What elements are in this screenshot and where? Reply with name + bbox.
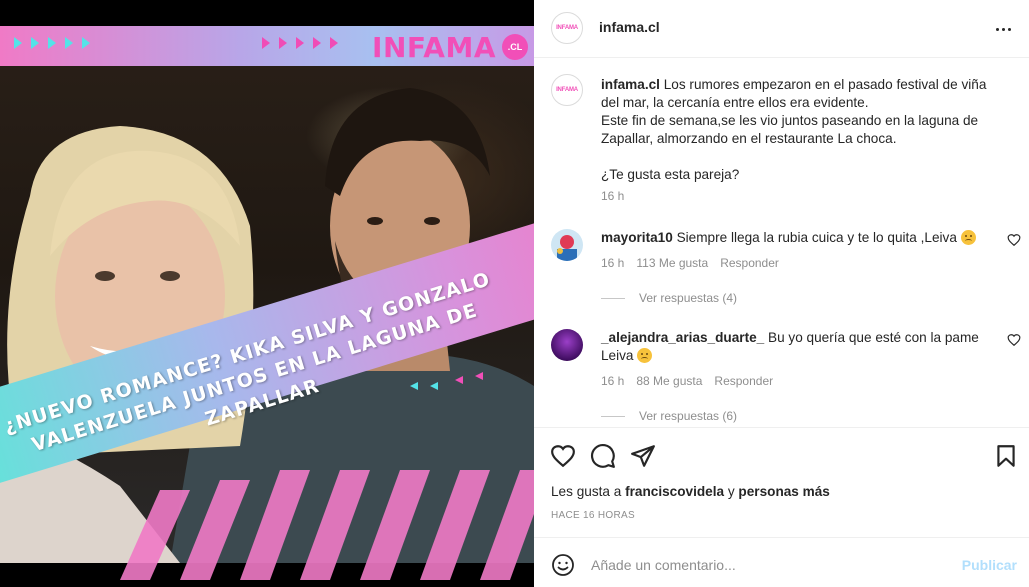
likes-others-link[interactable]: personas más [738,484,829,499]
reply-button[interactable]: Responder [720,256,779,270]
comment-like-icon[interactable] [1007,233,1021,247]
post-side-panel: INFAMA infama.cl INFAMA infama.cl Los ru… [534,0,1029,587]
header-username[interactable]: infama.cl [599,19,660,35]
sad-face-emoji-icon [637,348,653,363]
add-comment-bar: Publicar [534,537,1029,587]
caption-time[interactable]: 16 h [601,189,624,203]
stripe-pattern [120,470,534,580]
banner-logo: INFAMA [372,31,496,64]
commenter-avatar[interactable] [551,329,583,361]
comment-time[interactable]: 16 h [601,374,624,388]
commenter-avatar[interactable] [551,229,583,261]
comment-meta: 16 h 88 Me gusta Responder [601,374,773,388]
share-paper-plane-icon[interactable] [630,443,656,469]
publish-button[interactable]: Publicar [962,557,1017,573]
caption-username[interactable]: infama.cl [601,77,660,92]
likes-prefix: Les gusta a [551,484,622,499]
comment-like-icon[interactable] [1007,333,1021,347]
emoji-smile-icon[interactable] [551,553,575,577]
comment-text-block: mayorita10 Siempre llega la rubia cuica … [601,229,981,247]
caption-text-2: Este fin de semana,se les vio juntos pas… [601,113,979,146]
comment-time[interactable]: 16 h [601,256,624,270]
post-actions: Les gusta a franciscovidela y personas m… [534,427,1029,537]
comment-likes[interactable]: 113 Me gusta [636,256,708,270]
comment-username[interactable]: mayorita10 [601,230,673,245]
view-replies-button[interactable]: Ver respuestas (6) [601,409,737,423]
like-heart-icon[interactable] [550,443,576,469]
post-media[interactable]: INFAMA .CL ¿NUEVO ROMANCE? KIKA SILVA Y … [0,0,534,587]
reply-button[interactable]: Responder [714,374,773,388]
view-replies-button[interactable]: Ver respuestas (4) [601,291,737,305]
banner-arrows-right [262,37,338,49]
post-header: INFAMA infama.cl [534,0,1029,58]
caption-text-3: ¿Te gusta esta pareja? [601,167,740,182]
caption-avatar[interactable]: INFAMA [551,74,583,106]
avatar[interactable]: INFAMA [551,12,583,44]
more-options-icon[interactable] [991,17,1015,41]
post-banner: INFAMA .CL [0,26,534,66]
comment-text: Siempre llega la rubia cuica y te lo qui… [676,230,957,245]
likes-conj: y [727,484,735,499]
banner-logo-badge: .CL [502,34,528,60]
post-caption: infama.cl Los rumores empezaron en el pa… [601,76,1001,184]
comments-list[interactable]: INFAMA infama.cl Los rumores empezaron e… [534,59,1029,427]
post-timestamp[interactable]: HACE 16 HORAS [551,510,635,521]
comment-text-block: _alejandra_arias_duarte_ Bu yo quería qu… [601,329,981,365]
comment-username[interactable]: _alejandra_arias_duarte_ [601,330,764,345]
banner-arrows-left [14,37,90,49]
sad-face-emoji-icon [960,230,976,245]
comment-likes[interactable]: 88 Me gusta [636,374,702,388]
save-bookmark-icon[interactable] [993,443,1019,469]
likes-user-link[interactable]: franciscovidela [625,484,724,499]
comment-bubble-icon[interactable] [590,443,616,469]
comment-meta: 16 h 113 Me gusta Responder [601,256,779,270]
comment-input[interactable] [591,552,951,578]
likes-summary: Les gusta a franciscovidela y personas m… [551,484,830,499]
